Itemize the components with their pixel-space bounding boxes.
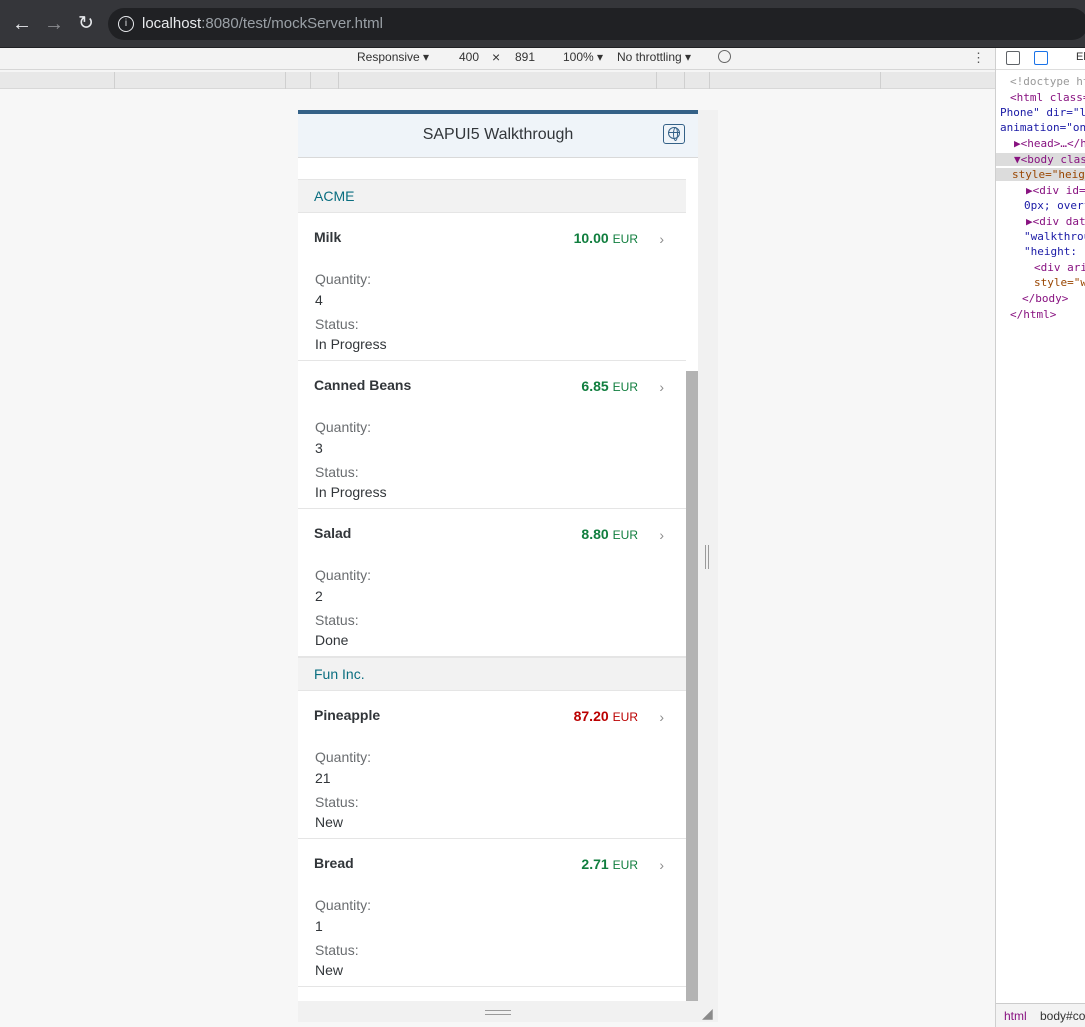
dom-line[interactable]: animation="on (1000, 121, 1085, 134)
list-item[interactable]: Milk 10.00 EUR › Quantity: 4 Status: In P… (298, 213, 686, 361)
status-value: In Progress (315, 336, 387, 352)
item-name: Bread (314, 855, 354, 871)
dom-line[interactable]: "height: (1024, 245, 1077, 258)
item-name: Pineapple (314, 707, 381, 723)
breadcrumb-html[interactable]: html (1004, 1009, 1027, 1023)
dom-line[interactable]: ▶<head>…</h (1014, 137, 1085, 150)
list-item[interactable]: Salad 8.80 EUR › Quantity: 2 Status: Done (298, 509, 686, 657)
dom-line[interactable]: 0px; overf (1024, 199, 1085, 212)
more-options-icon[interactable]: ⋮ (972, 50, 985, 66)
device-height-input[interactable]: 891 (515, 50, 535, 64)
dom-line[interactable]: "walkthrou (1024, 230, 1085, 243)
quantity-value: 4 (315, 292, 323, 308)
app-header: SAPUI5 Walkthrough (298, 114, 698, 158)
dom-line[interactable]: <html class= (1010, 91, 1085, 104)
address-bar[interactable]: i localhost:8080/test/mockServer.html (108, 8, 1085, 40)
status-value: New (315, 962, 344, 978)
rotate-icon[interactable] (718, 50, 731, 63)
url-path: :8080/test/mockServer.html (201, 15, 383, 32)
dom-line-selected[interactable]: style="heig (996, 168, 1085, 181)
page-title: SAPUI5 Walkthrough (422, 126, 574, 143)
item-price: 10.00 EUR (573, 230, 638, 246)
back-arrow-icon[interactable]: ← (10, 12, 34, 36)
chevron-right-icon: › (659, 231, 664, 247)
zoom-select[interactable]: 100% ▾ (563, 50, 603, 64)
dom-line[interactable]: <div ari (1034, 261, 1085, 274)
dom-line[interactable]: style="w (1034, 276, 1085, 289)
app-viewport: SAPUI5 Walkthrough ACME Milk 10.00 EUR › … (298, 110, 698, 1001)
dom-line[interactable]: </html> (1010, 308, 1056, 321)
status-label: Status: (315, 316, 359, 332)
dom-line[interactable]: ▶<div id= (1026, 184, 1085, 197)
devtools-breadcrumb: html body#co (996, 1003, 1085, 1027)
list-item[interactable]: Bread 2.71 EUR › Quantity: 1 Status: New (298, 839, 686, 987)
browser-toolbar: ← → ↻ i localhost:8080/test/mockServer.h… (0, 0, 1085, 48)
quantity-value: 1 (315, 918, 323, 934)
quantity-label: Quantity: (315, 419, 372, 435)
forward-arrow-icon[interactable]: → (42, 12, 66, 36)
quantity-value: 3 (315, 440, 323, 456)
status-label: Status: (315, 942, 359, 958)
quantity-value: 21 (315, 770, 331, 786)
devtools-elements-panel: El <!doctype ht <html class= Phone" dir=… (995, 48, 1085, 1027)
list-item[interactable]: Canned Beans 6.85 EUR › Quantity: 3 Statu… (298, 361, 686, 509)
reload-icon[interactable]: ↻ (74, 12, 98, 36)
item-price: 2.71 EUR (581, 856, 638, 872)
item-price: 87.20 EUR (573, 708, 638, 724)
language-globe-icon[interactable] (663, 124, 685, 144)
item-price: 6.85 EUR (581, 378, 638, 394)
dom-line[interactable]: </body> (1022, 292, 1068, 305)
dom-line[interactable]: Phone" dir="l (1000, 106, 1085, 119)
viewport-resize-handle[interactable] (705, 545, 709, 569)
scrollbar[interactable] (686, 371, 698, 1001)
quantity-label: Quantity: (315, 271, 372, 287)
status-value: In Progress (315, 484, 387, 500)
chevron-right-icon: › (659, 379, 664, 395)
status-label: Status: (315, 464, 359, 480)
url-host: localhost (142, 15, 202, 32)
dimension-separator: × (492, 49, 501, 65)
chevron-right-icon: › (659, 709, 664, 725)
item-name: Salad (314, 525, 352, 541)
quantity-label: Quantity: (315, 749, 372, 765)
dom-line-selected[interactable]: ▼<body clas (996, 153, 1085, 166)
breadcrumb-body[interactable]: body#co (1040, 1009, 1085, 1023)
tab-elements[interactable]: El (1076, 51, 1085, 63)
media-query-ruler (0, 72, 995, 89)
device-width-input[interactable]: 400 (459, 50, 479, 64)
invoice-list: ACME Milk 10.00 EUR › Quantity: 4 Status:… (298, 179, 686, 987)
list-item[interactable]: Pineapple 87.20 EUR › Quantity: 21 Status… (298, 691, 686, 839)
chevron-right-icon: › (659, 857, 664, 873)
dom-line[interactable]: <!doctype ht (1010, 75, 1085, 88)
quantity-label: Quantity: (315, 897, 372, 913)
site-info-icon[interactable]: i (118, 16, 134, 32)
dom-line[interactable]: ▶<div dat (1026, 215, 1085, 228)
quantity-label: Quantity: (315, 567, 372, 583)
item-price: 8.80 EUR (581, 526, 638, 542)
quantity-value: 2 (315, 588, 323, 604)
group-header-fun-inc: Fun Inc. (298, 657, 686, 691)
viewport-corner-resize-handle[interactable]: ◢ (702, 1005, 713, 1022)
chevron-right-icon: › (659, 527, 664, 543)
status-value: Done (315, 632, 349, 648)
status-value: New (315, 814, 344, 830)
status-label: Status: (315, 612, 359, 628)
item-name: Canned Beans (314, 377, 412, 393)
device-toolbar: Responsive ▾ 400 × 891 100% ▾ No throttl… (0, 48, 995, 70)
devtools-toolbar: El (996, 48, 1085, 70)
throttling-select[interactable]: No throttling ▾ (617, 50, 691, 64)
inspect-element-icon[interactable] (1006, 51, 1020, 65)
viewport-bottom-resize-handle[interactable] (485, 1010, 511, 1015)
device-toggle-icon[interactable] (1034, 51, 1048, 65)
device-select[interactable]: Responsive ▾ (357, 50, 429, 64)
status-label: Status: (315, 794, 359, 810)
item-name: Milk (314, 229, 342, 245)
group-header-acme: ACME (298, 179, 686, 213)
